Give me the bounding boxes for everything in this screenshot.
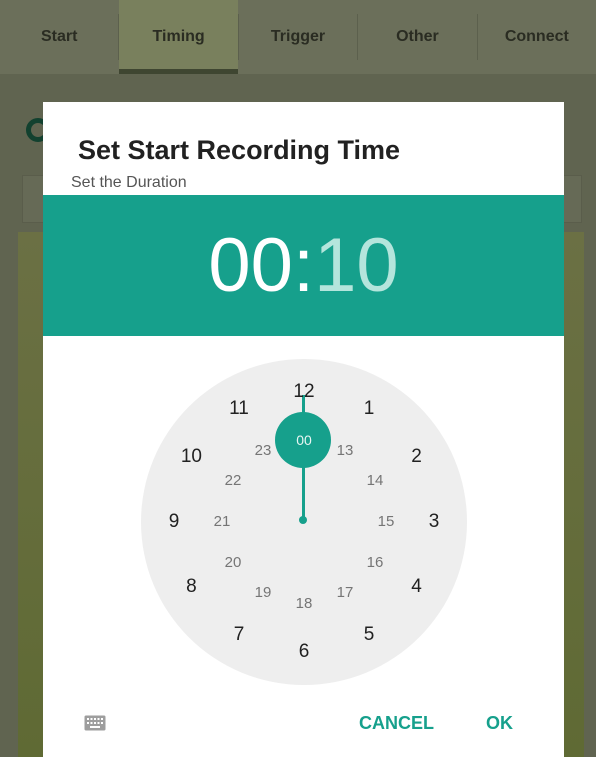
time-header: 00 : 10 [43,195,564,336]
tab-bar: Start Timing Trigger Other Connect [0,0,596,74]
clock-number[interactable]: 16 [357,551,393,575]
cancel-button[interactable]: CANCEL [359,713,434,734]
clock-number[interactable]: 23 [245,439,281,463]
clock-center-dot [299,516,307,524]
clock-number[interactable]: 20 [215,551,251,575]
clock-number[interactable]: 2 [399,445,435,469]
clock-number[interactable]: 6 [286,640,322,664]
clock-number[interactable]: 8 [173,575,209,599]
clock-number[interactable]: 7 [221,623,257,647]
clock-number[interactable]: 12 [286,380,322,404]
tab-trigger[interactable]: Trigger [239,0,357,74]
time-picker-dialog: Set Start Recording Time Set the Duratio… [43,102,564,757]
clock-number[interactable]: 14 [357,469,393,493]
tab-other[interactable]: Other [358,0,476,74]
clock-number[interactable]: 17 [327,581,363,605]
clock-number[interactable]: 4 [399,575,435,599]
tab-start[interactable]: Start [0,0,118,74]
tab-timing[interactable]: Timing [119,0,239,74]
tab-connect[interactable]: Connect [478,0,596,74]
clock-face[interactable]: 12 1 2 3 4 5 6 7 8 9 10 11 00 13 14 15 16 17 18 19 20 21 22 23 [141,359,467,685]
clock-number[interactable]: 11 [221,397,257,421]
keyboard-icon[interactable] [84,715,106,731]
hours-display[interactable]: 00 [208,222,293,309]
clock-number[interactable]: 10 [173,445,209,469]
clock-number[interactable]: 13 [327,439,363,463]
dialog-subtitle: Set the Duration [71,174,187,191]
time-separator: : [292,223,315,308]
ok-button[interactable]: OK [486,713,513,734]
clock-number[interactable]: 21 [204,510,240,534]
clock-number[interactable]: 00 [286,428,322,452]
clock-number[interactable]: 19 [245,581,281,605]
minutes-display[interactable]: 10 [314,222,399,309]
clock-number[interactable]: 9 [156,510,192,534]
time-display: 00 : 10 [43,195,564,336]
clock-number[interactable]: 3 [416,510,452,534]
dialog-title: Set Start Recording Time [78,135,401,165]
clock-number[interactable]: 15 [368,510,404,534]
clock-number[interactable]: 1 [351,397,387,421]
clock-number[interactable]: 5 [351,623,387,647]
clock-number[interactable]: 18 [286,592,322,616]
clock-number[interactable]: 22 [215,469,251,493]
